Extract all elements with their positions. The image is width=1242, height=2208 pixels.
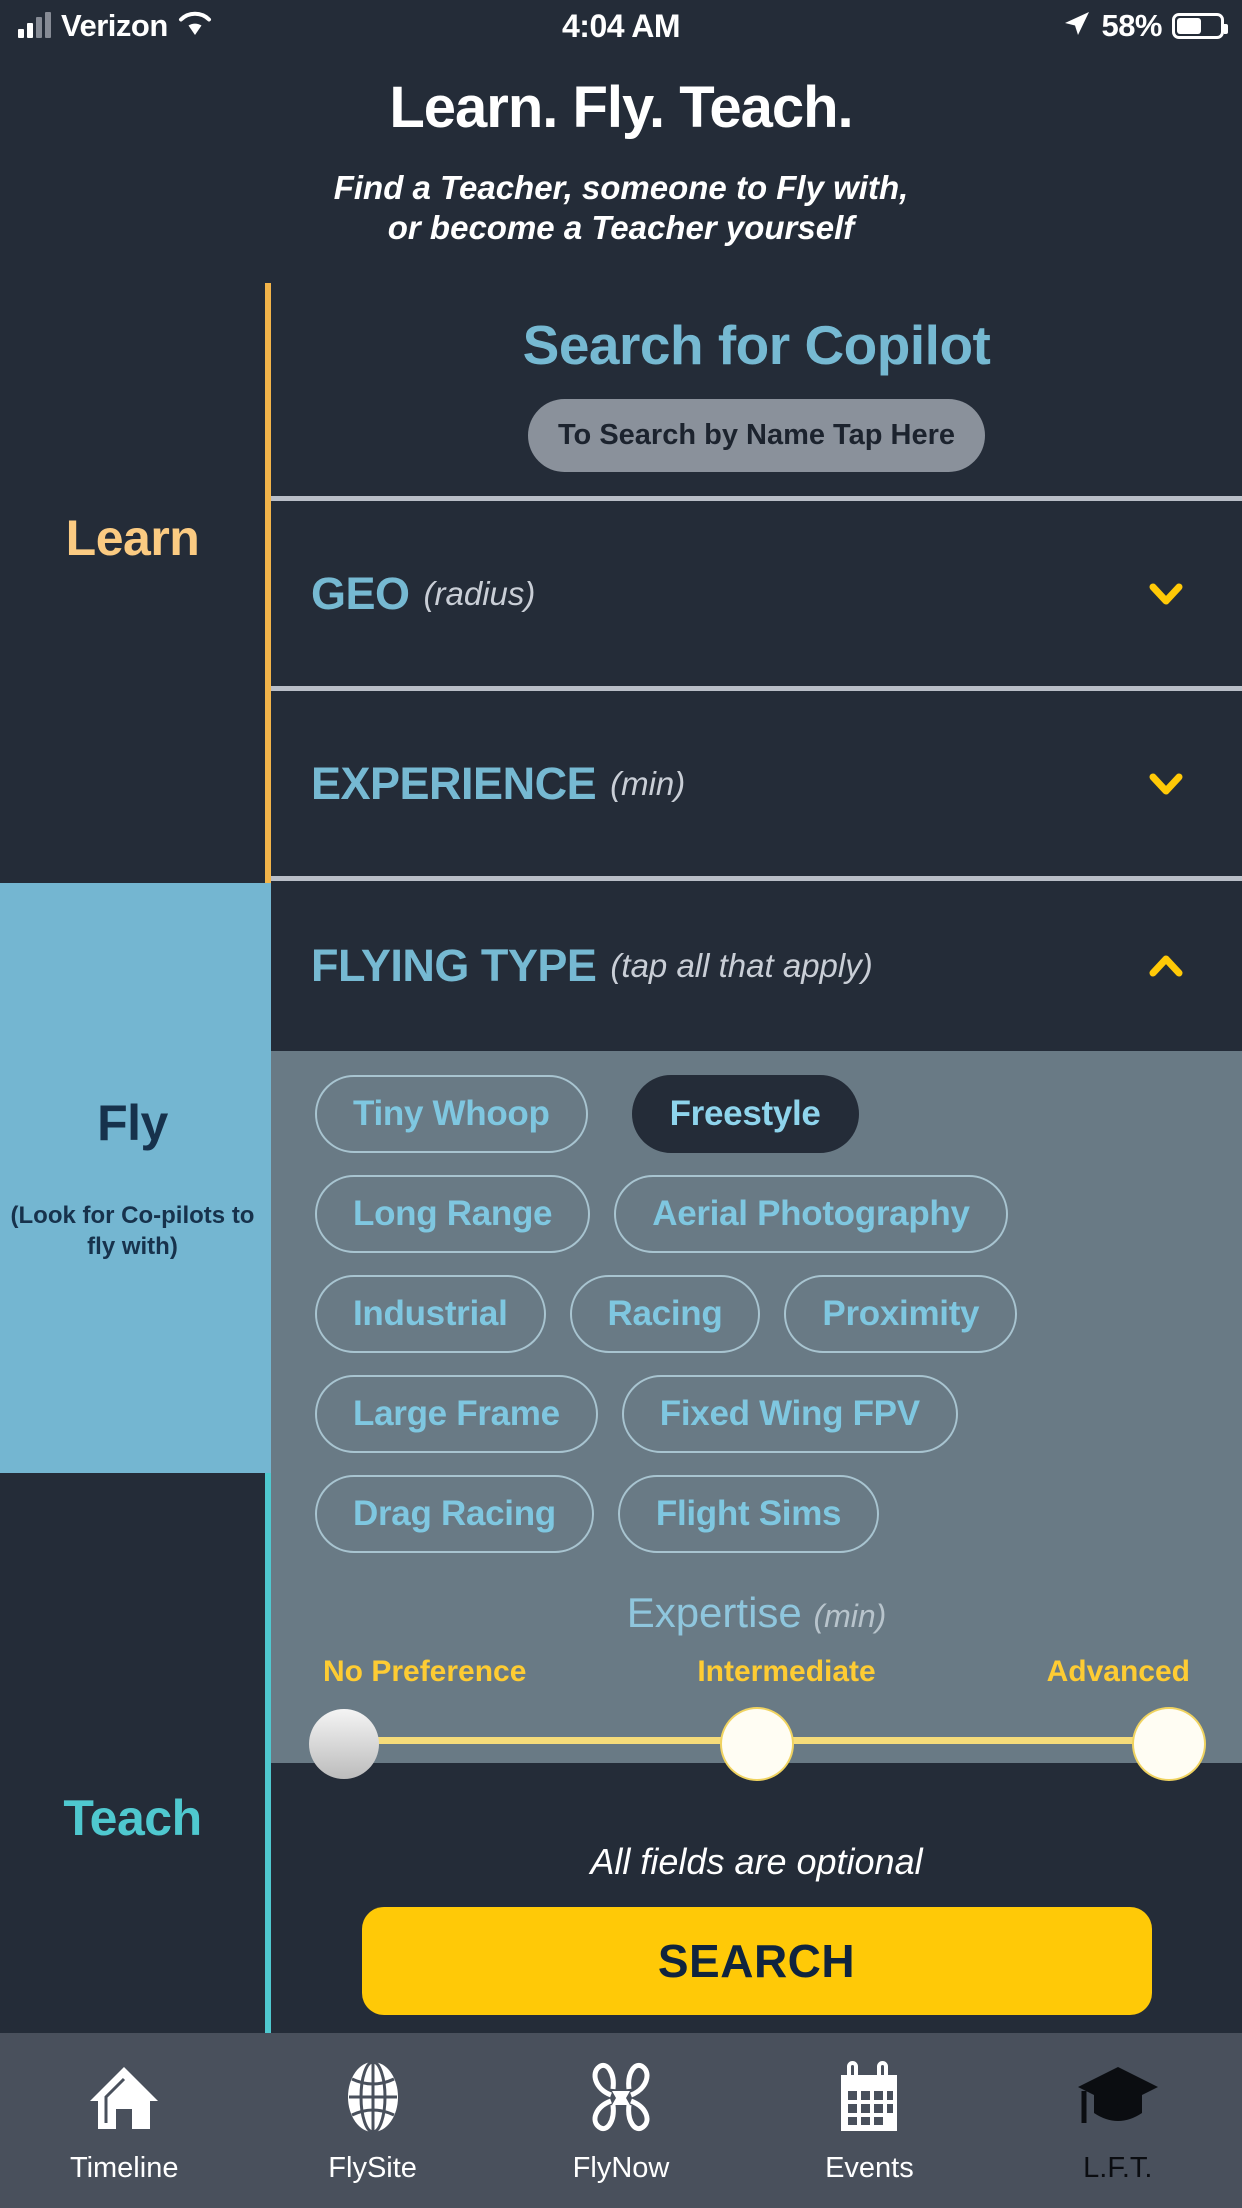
expertise-slider-knob-no-preference[interactable] (309, 1709, 379, 1779)
tab-timeline-label: Timeline (69, 2152, 179, 2184)
search-action-bar: All fields are optional SEARCH (271, 1817, 1242, 2033)
status-bar: Verizon 4:04 AM 58% (0, 0, 1242, 52)
chip-row-4: Large Frame Fixed Wing FPV (271, 1375, 1242, 1475)
accordion-flying-type[interactable]: FLYING TYPE (tap all that apply) (271, 881, 1242, 1051)
page-title: Learn. Fly. Teach. (389, 75, 853, 140)
page-subtitle: Find a Teacher, someone to Fly with, or … (0, 141, 1242, 249)
sidebar-item-fly[interactable]: Fly (Look for Co-pilots to fly with) (0, 883, 265, 1473)
subtitle-line-1: Find a Teacher, someone to Fly with, (333, 169, 909, 206)
expertise-slider-knob-intermediate[interactable] (721, 1709, 792, 1779)
chip-row-5: Drag Racing Flight Sims (271, 1475, 1242, 1575)
search-panel: Search for Copilot To Search by Name Tap… (271, 283, 1242, 2033)
tab-lft-label: L.F.T. (1083, 2152, 1153, 2184)
tab-flysite-label: FlySite (328, 2152, 417, 2184)
expertise-label-no-preference[interactable]: No Preference (323, 1655, 526, 1689)
chip-long-range[interactable]: Long Range (315, 1175, 591, 1253)
tab-flynow[interactable]: FlyNow (497, 2033, 745, 2208)
flying-type-panel: Tiny Whoop Freestyle Long Range Aerial P… (271, 1051, 1242, 1779)
chip-freestyle[interactable]: Freestyle (631, 1075, 859, 1153)
accordion-experience-hint: (min) (610, 764, 686, 802)
chip-flight-sims[interactable]: Flight Sims (617, 1475, 880, 1553)
expertise-label: Expertise (min) (271, 1575, 1242, 1637)
body-container: Learn Fly (Look for Co-pilots to fly wit… (0, 283, 1242, 2033)
accordion-geo-title: GEO (311, 567, 410, 619)
sidebar-item-fly-label: Fly (97, 1094, 168, 1151)
app-root: Verizon 4:04 AM 58% Learn. Fly. Teach. F… (0, 0, 1242, 2208)
chip-row-1: Tiny Whoop Freestyle (271, 1075, 1242, 1175)
chip-racing[interactable]: Racing (569, 1275, 761, 1353)
tab-events-label: Events (825, 2152, 914, 2184)
accordion-experience-title: EXPERIENCE (311, 757, 597, 809)
sidebar-item-learn-label: Learn (65, 510, 200, 566)
search-panel-title: Search for Copilot (522, 314, 991, 376)
expertise-label-intermediate[interactable]: Intermediate (697, 1655, 875, 1689)
accordion-geo-hint: (radius) (423, 574, 536, 612)
accordion-geo[interactable]: GEO (radius) (271, 501, 1242, 686)
search-by-name-button[interactable]: To Search by Name Tap Here (527, 399, 985, 472)
chip-row-3: Industrial Racing Proximity (271, 1275, 1242, 1375)
status-bar-right: 58% (1063, 8, 1228, 44)
chevron-down-icon[interactable] (1148, 766, 1184, 802)
tab-lft[interactable]: L.F.T. (994, 2033, 1242, 2208)
chip-row-2: Long Range Aerial Photography (271, 1175, 1242, 1275)
clock-label: 4:04 AM (561, 7, 681, 44)
search-button[interactable]: SEARCH (361, 1907, 1152, 2015)
tab-flysite[interactable]: FlySite (248, 2033, 496, 2208)
sidebar-item-fly-note: (Look for Co-pilots to fly with) (10, 1201, 255, 1260)
tab-flynow-label: FlyNow (572, 2152, 670, 2184)
home-icon (86, 2056, 162, 2138)
drone-icon (581, 2056, 661, 2138)
expertise-title-text: Expertise (626, 1589, 802, 1636)
expertise-hint: (min) (813, 1598, 887, 1634)
chevron-down-icon[interactable] (1148, 576, 1184, 612)
sidebar-item-learn[interactable]: Learn (0, 283, 265, 883)
subtitle-line-2: or become a Teacher yourself (387, 209, 855, 247)
calendar-icon (833, 2056, 905, 2138)
globe-icon (335, 2056, 411, 2138)
expertise-label-advanced[interactable]: Advanced (1047, 1655, 1190, 1689)
bottom-tab-bar: Timeline FlySite FlyNow Events L.F.T. (0, 2033, 1242, 2208)
chip-aerial-photography[interactable]: Aerial Photography (614, 1175, 1008, 1253)
mode-sidebar: Learn Fly (Look for Co-pilots to fly wit… (0, 283, 265, 2033)
chip-tiny-whoop[interactable]: Tiny Whoop (315, 1075, 588, 1153)
chip-large-frame[interactable]: Large Frame (315, 1375, 598, 1453)
sidebar-item-teach[interactable]: Teach (0, 1473, 265, 2033)
expertise-slider-knob-advanced[interactable] (1134, 1709, 1204, 1779)
tab-events[interactable]: Events (745, 2033, 993, 2208)
expertise-slider[interactable] (309, 1703, 1204, 1779)
app-header: Learn. Fly. Teach. Find a Teacher, someo… (0, 52, 1242, 280)
battery-icon (1172, 13, 1228, 39)
battery-percent-label: 58% (1101, 8, 1162, 43)
chip-industrial[interactable]: Industrial (315, 1275, 546, 1353)
accordion-experience[interactable]: EXPERIENCE (min) (271, 691, 1242, 876)
chip-fixed-wing-fpv[interactable]: Fixed Wing FPV (621, 1375, 958, 1453)
sidebar-item-teach-label: Teach (63, 1790, 202, 1846)
name-search-row: To Search by Name Tap Here (271, 377, 1242, 472)
chip-drag-racing[interactable]: Drag Racing (315, 1475, 594, 1553)
chevron-up-icon[interactable] (1148, 948, 1184, 984)
expertise-slider-labels: No Preference Intermediate Advanced (271, 1637, 1242, 1689)
graduation-cap-icon (1076, 2056, 1160, 2138)
location-arrow-icon (1063, 10, 1091, 43)
chip-proximity[interactable]: Proximity (784, 1275, 1018, 1353)
tab-timeline[interactable]: Timeline (0, 2033, 248, 2208)
optional-fields-note: All fields are optional (590, 1841, 923, 1882)
accordion-flying-type-title: FLYING TYPE (311, 940, 597, 991)
accordion-flying-type-hint: (tap all that apply) (610, 947, 873, 984)
